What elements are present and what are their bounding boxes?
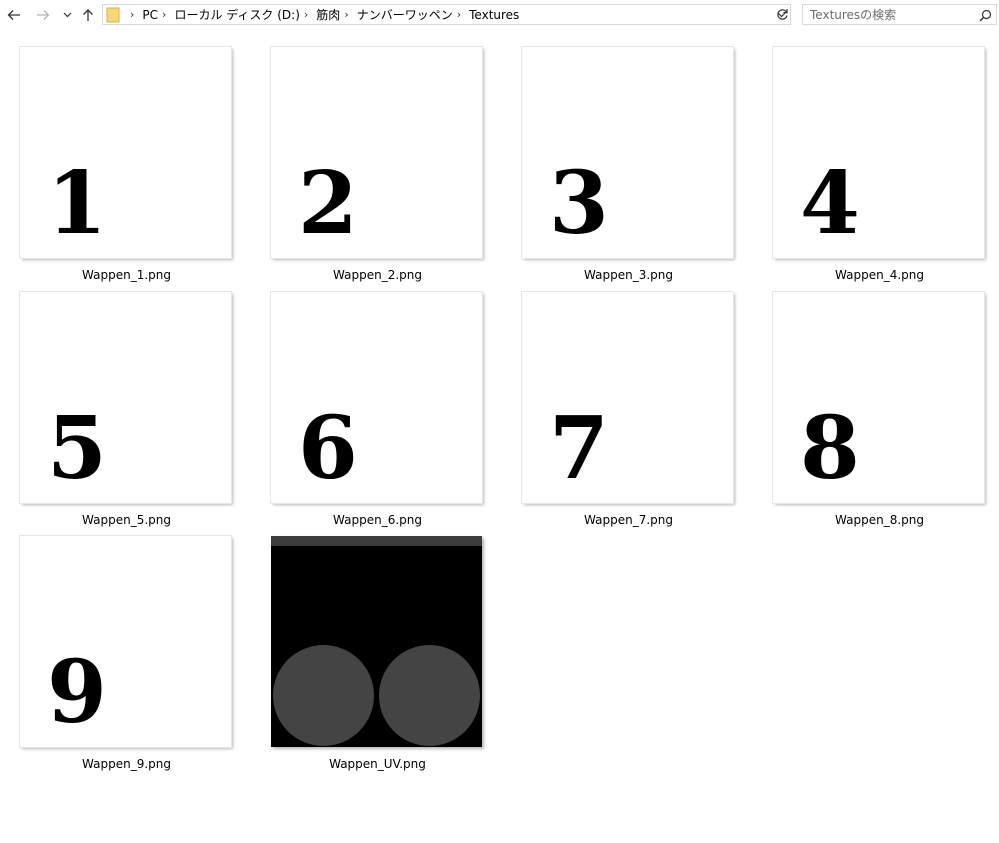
file-name[interactable]: Wappen_9.png [20, 757, 233, 771]
thumbnail-image[interactable]: 8 [773, 292, 984, 503]
thumbnail-image[interactable]: 1 [20, 47, 231, 258]
file-item-wappen-3[interactable]: 3 Wappen_3.png [502, 0, 733, 282]
thumbnail-image[interactable] [271, 536, 482, 747]
thumbnail-image[interactable]: 2 [271, 47, 482, 258]
thumbnail-image[interactable]: 6 [271, 292, 482, 503]
thumbnail-numeral: 8 [800, 398, 860, 499]
thumbnail-numeral: 9 [47, 642, 107, 743]
thumbnail-image[interactable]: 5 [20, 292, 231, 503]
thumbnail-numeral: 6 [298, 398, 358, 499]
search-icon[interactable] [977, 7, 993, 23]
file-item-wappen-6[interactable]: 6 Wappen_6.png [251, 245, 482, 527]
file-item-wappen-2[interactable]: 2 Wappen_2.png [251, 0, 482, 282]
file-name[interactable]: Wappen_7.png [522, 513, 735, 527]
thumbnail-image[interactable]: 7 [522, 292, 733, 503]
file-item-wappen-uv[interactable]: Wappen_UV.png [251, 489, 482, 771]
thumbnail-numeral: 5 [47, 398, 107, 499]
thumbnail-numeral: 3 [549, 153, 609, 254]
thumbnail-image[interactable]: 4 [773, 47, 984, 258]
thumbnail-numeral: 2 [298, 153, 358, 254]
file-item-wappen-1[interactable]: 1 Wappen_1.png [0, 0, 231, 282]
uv-top-bar [271, 536, 482, 546]
thumbnail-numeral: 4 [800, 153, 860, 254]
uv-circle-right [379, 645, 480, 746]
thumbnail-numeral: 1 [47, 153, 107, 254]
file-item-wappen-9[interactable]: 9 Wappen_9.png [0, 489, 231, 771]
uv-circle-left [273, 645, 374, 746]
file-item-wappen-8[interactable]: 8 Wappen_8.png [753, 245, 984, 527]
file-item-wappen-4[interactable]: 4 Wappen_4.png [753, 0, 984, 282]
file-item-wappen-7[interactable]: 7 Wappen_7.png [502, 245, 733, 527]
file-name[interactable]: Wappen_UV.png [271, 757, 484, 771]
file-item-wappen-5[interactable]: 5 Wappen_5.png [0, 245, 231, 527]
thumbnail-image[interactable]: 9 [20, 536, 231, 747]
thumbnail-numeral: 7 [549, 398, 609, 499]
thumbnail-image[interactable]: 3 [522, 47, 733, 258]
file-name[interactable]: Wappen_8.png [773, 513, 986, 527]
